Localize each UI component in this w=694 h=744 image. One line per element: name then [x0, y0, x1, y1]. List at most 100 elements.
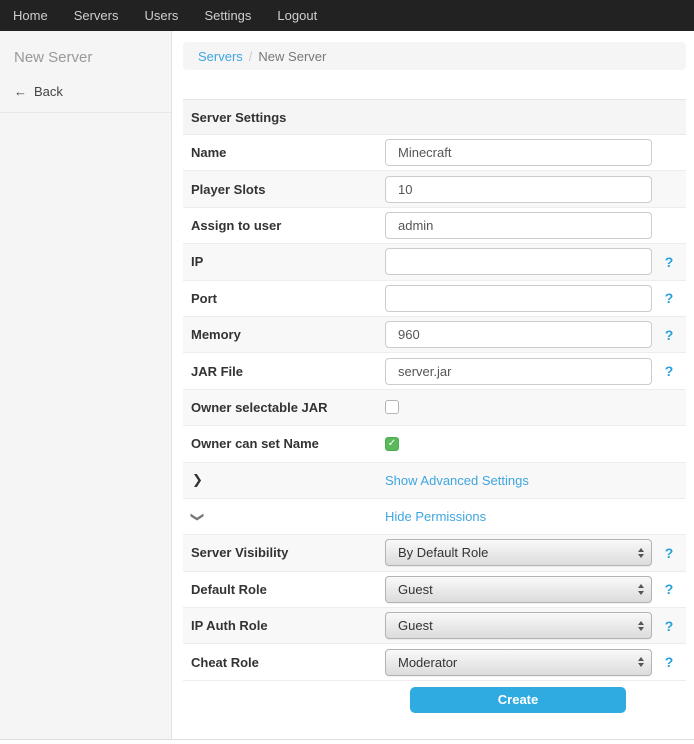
form-table: Server Settings Name Player Slots Assign t… — [183, 99, 686, 721]
form-row-show-advanced-settings: ❯ Show Advanced Settings — [183, 463, 686, 499]
field-control — [385, 400, 652, 414]
back-label: Back — [34, 84, 63, 99]
memory-input[interactable] — [385, 321, 652, 348]
breadcrumb-servers-link[interactable]: Servers — [198, 49, 243, 64]
form-row-owner-selectable-jar: Owner selectable JAR — [183, 390, 686, 426]
chevron-glyph: ❯ — [189, 511, 205, 522]
name-input[interactable] — [385, 139, 652, 166]
form-row-default-role: Default Role Guest? — [183, 572, 686, 608]
owner-selectable-jar-checkbox[interactable] — [385, 400, 399, 414]
help-cell: ? — [652, 328, 686, 342]
chevron-down-icon[interactable]: ❯ — [183, 509, 385, 525]
help-cell: ? — [652, 291, 686, 305]
field-label-cheat-role: Cheat Role — [183, 655, 385, 670]
sidebar: New Server ← Back — [0, 31, 172, 739]
help-icon[interactable]: ? — [665, 328, 674, 342]
ip-input[interactable] — [385, 248, 652, 275]
field-control: Guest — [385, 576, 652, 603]
navbar: HomeServersUsersSettingsLogout — [0, 0, 694, 31]
select-spinner-icon — [638, 657, 644, 668]
field-label-server-visibility: Server Visibility — [183, 545, 385, 560]
form-row-jar-file: JAR File? — [183, 353, 686, 389]
form-row-server-visibility: Server Visibility By Default Role? — [183, 535, 686, 571]
form-section-header: Server Settings — [183, 99, 686, 135]
chevron-right-icon[interactable]: ❯ — [183, 472, 385, 488]
select-value: By Default Role — [398, 545, 488, 560]
form-row-player-slots: Player Slots — [183, 171, 686, 207]
form-row-ip-auth-role: IP Auth Role Guest? — [183, 608, 686, 644]
cheat-role-select[interactable]: Moderator — [385, 649, 652, 676]
field-control: By Default Role — [385, 539, 652, 566]
field-label-ip-auth-role: IP Auth Role — [183, 618, 385, 633]
form-row-memory: Memory? — [183, 317, 686, 353]
owner-can-set-name-checkbox[interactable]: ✓ — [385, 437, 399, 451]
help-cell: ? — [652, 364, 686, 378]
help-icon[interactable]: ? — [665, 364, 674, 378]
help-icon[interactable]: ? — [665, 291, 674, 305]
form-row-name: Name — [183, 135, 686, 171]
form-row-hide-permissions: ❯ Hide Permissions — [183, 499, 686, 535]
field-label-default-role: Default Role — [183, 582, 385, 597]
field-label-assign-to-user: Assign to user — [183, 218, 385, 233]
field-label-jar-file: JAR File — [183, 364, 385, 379]
player-slots-input[interactable] — [385, 176, 652, 203]
select-value: Guest — [398, 582, 433, 597]
jar-file-input[interactable] — [385, 358, 652, 385]
field-control — [385, 176, 652, 203]
field-control — [385, 248, 652, 275]
hide-permissions-link[interactable]: Hide Permissions — [385, 509, 486, 524]
nav-item-home[interactable]: Home — [0, 0, 61, 31]
field-label-player-slots: Player Slots — [183, 182, 385, 197]
form-submit-row: Create — [183, 681, 686, 721]
select-value: Guest — [398, 618, 433, 633]
form-row-cheat-role: Cheat Role Moderator? — [183, 644, 686, 680]
field-control — [385, 139, 652, 166]
nav-item-users[interactable]: Users — [131, 0, 191, 31]
field-control: Guest — [385, 612, 652, 639]
form-row-assign-to-user: Assign to user — [183, 208, 686, 244]
port-input[interactable] — [385, 285, 652, 312]
help-icon[interactable]: ? — [665, 582, 674, 596]
help-cell: ? — [652, 619, 686, 633]
select-spinner-icon — [638, 621, 644, 632]
help-icon[interactable]: ? — [665, 546, 674, 560]
select-spinner-icon — [638, 548, 644, 559]
chevron-glyph: ❯ — [192, 472, 203, 487]
breadcrumb-separator: / — [249, 49, 253, 64]
help-icon[interactable]: ? — [665, 255, 674, 269]
help-cell: ? — [652, 582, 686, 596]
field-control: ✓ — [385, 437, 652, 451]
back-arrow-icon: ← — [14, 84, 27, 99]
form-rows: NamePlayer SlotsAssign to userIP?Port?Me… — [183, 135, 686, 681]
breadcrumb-current: New Server — [258, 49, 326, 64]
field-label-port: Port — [183, 291, 385, 306]
help-cell: ? — [652, 255, 686, 269]
field-label-owner-selectable-jar: Owner selectable JAR — [183, 400, 385, 415]
field-label-name: Name — [183, 145, 385, 160]
assign-to-user-input[interactable] — [385, 212, 652, 239]
help-cell: ? — [652, 546, 686, 560]
default-role-select[interactable]: Guest — [385, 576, 652, 603]
form-row-owner-can-set-name: Owner can set Name✓ — [183, 426, 686, 462]
field-control — [385, 285, 652, 312]
nav-item-servers[interactable]: Servers — [61, 0, 132, 31]
server-visibility-select[interactable]: By Default Role — [385, 539, 652, 566]
field-control: Moderator — [385, 649, 652, 676]
select-value: Moderator — [398, 655, 457, 670]
form-row-ip: IP? — [183, 244, 686, 280]
nav-item-logout[interactable]: Logout — [264, 0, 330, 31]
show-advanced-settings-link[interactable]: Show Advanced Settings — [385, 473, 529, 488]
main-content: Servers / New Server Server Settings Nam… — [172, 31, 694, 739]
back-button[interactable]: ← Back — [0, 78, 171, 113]
field-control — [385, 321, 652, 348]
help-icon[interactable]: ? — [665, 655, 674, 669]
page-title: New Server — [0, 43, 171, 78]
field-label-memory: Memory — [183, 327, 385, 342]
nav-item-settings[interactable]: Settings — [191, 0, 264, 31]
help-cell: ? — [652, 655, 686, 669]
select-spinner-icon — [638, 584, 644, 595]
create-button[interactable]: Create — [410, 687, 626, 713]
ip-auth-role-select[interactable]: Guest — [385, 612, 652, 639]
help-icon[interactable]: ? — [665, 619, 674, 633]
field-control — [385, 358, 652, 385]
